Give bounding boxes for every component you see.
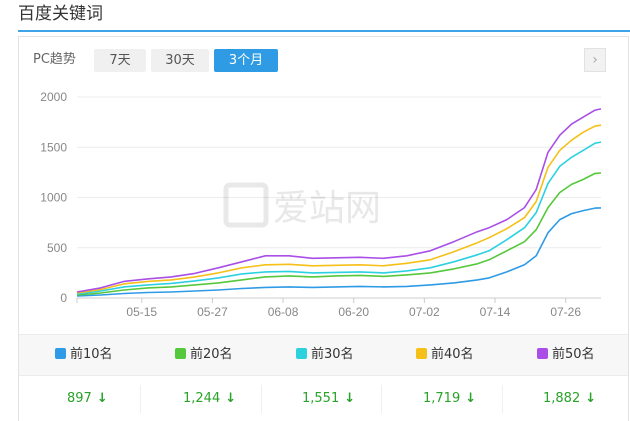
x-tick-label: 05-15 [126, 305, 157, 319]
y-tick-label: 2000 [40, 90, 67, 104]
value-top40: 1,719 ↓ [423, 389, 476, 409]
x-tick-label: 07-26 [550, 305, 581, 319]
watermark-text: 爱站网 [273, 187, 381, 228]
legend-label: 前50名 [552, 347, 595, 362]
legend-item-top50[interactable]: 前50名 [537, 345, 595, 365]
legend-label: 前40名 [431, 347, 474, 362]
legend-swatch [55, 348, 66, 359]
trend-line-chart: 爱站网 0 500 1000 1500 2000 05-15 05-27 06-08 06-20… [40, 90, 602, 319]
legend-swatch [296, 348, 307, 359]
x-tick-label: 07-14 [480, 305, 511, 319]
value-number: 1,882 [543, 391, 581, 406]
x-tick-label: 06-08 [268, 305, 299, 319]
legend-item-top40[interactable]: 前40名 [416, 345, 474, 365]
value-number: 1,551 [302, 391, 340, 406]
cell-divider [261, 385, 262, 413]
arrow-down-icon: ↓ [344, 391, 356, 406]
legend-item-top20[interactable]: 前20名 [175, 345, 233, 365]
y-tick-label: 500 [47, 241, 67, 255]
legend-swatch [537, 348, 548, 359]
arrow-down-icon: ↓ [96, 391, 108, 406]
value-number: 1,719 [423, 391, 461, 406]
title-underline [18, 30, 630, 32]
values-row: 897 ↓ 1,244 ↓ 1,551 ↓ 1,719 ↓ 1,882 ↓ [19, 377, 628, 421]
watermark: 爱站网 [223, 182, 381, 228]
watermark-logo-icon [223, 182, 269, 228]
legend-swatch [175, 348, 186, 359]
value-top50: 1,882 ↓ [543, 389, 596, 409]
value-top30: 1,551 ↓ [302, 389, 355, 409]
legend-item-top30[interactable]: 前30名 [296, 345, 354, 365]
x-tick-label: 07-02 [409, 305, 440, 319]
cell-divider [140, 385, 141, 413]
legend-label: 前10名 [70, 347, 113, 362]
arrow-down-icon: ↓ [225, 391, 237, 406]
value-top20: 1,244 ↓ [183, 389, 236, 409]
y-tick-label: 1500 [40, 140, 67, 154]
value-number: 897 [67, 391, 92, 406]
y-tick-label: 1000 [40, 191, 67, 205]
x-tick-label: 05-27 [197, 305, 228, 319]
cell-divider [381, 385, 382, 413]
legend-item-top10[interactable]: 前10名 [55, 345, 113, 365]
arrow-down-icon: ↓ [585, 391, 597, 406]
cell-divider [502, 385, 503, 413]
x-tick-label: 06-20 [338, 305, 369, 319]
value-top10: 897 ↓ [67, 389, 108, 409]
legend-swatch [416, 348, 427, 359]
legend-label: 前20名 [190, 347, 233, 362]
trend-panel: PC趋势 7天 30天 3个月 › 爱站网 0 500 1000 1500 2000 05… [18, 36, 629, 421]
legend-bar: 前10名 前20名 前30名 前40名 前50名 [19, 334, 628, 376]
arrow-down-icon: ↓ [465, 391, 477, 406]
legend-label: 前30名 [311, 347, 354, 362]
page-title: 百度关键词 [18, 4, 103, 24]
value-number: 1,244 [183, 391, 221, 406]
y-tick-label: 0 [60, 291, 67, 305]
